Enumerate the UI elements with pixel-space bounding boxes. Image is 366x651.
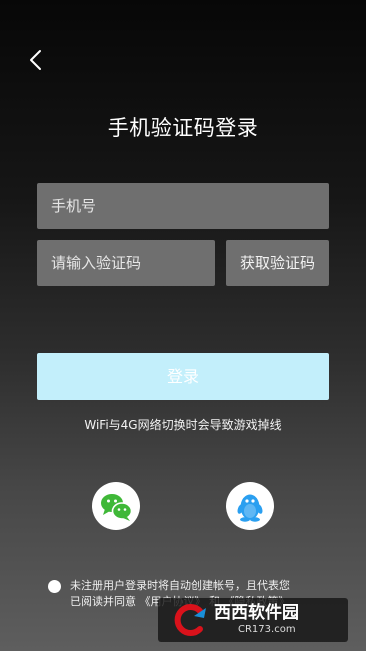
watermark-site: CR173.com [238, 624, 296, 635]
back-button[interactable] [24, 46, 52, 74]
agreement-prefix: 已阅读并同意 [70, 595, 140, 608]
page-title: 手机验证码登录 [107, 116, 259, 140]
get-code-button[interactable]: 获取验证码 [226, 240, 329, 286]
agreement-line-1: 未注册用户登录时将自动创建帐号，且代表您 [70, 579, 290, 592]
network-tip: WiFi与4G网络切换时会导致游戏掉线 [84, 418, 282, 432]
wechat-login-button[interactable] [92, 482, 140, 530]
phone-number-input[interactable] [37, 183, 329, 229]
login-button[interactable]: 登录 [37, 353, 329, 400]
watermark-name: 西西软件园 [214, 603, 299, 623]
verification-code-input[interactable] [37, 240, 215, 286]
watermark-logo [168, 602, 212, 638]
agreement-radio[interactable] [48, 580, 61, 593]
chevron-left-icon [24, 46, 52, 74]
qq-penguin-icon [226, 482, 274, 530]
wechat-icon [92, 482, 140, 530]
site-watermark: 西西软件园 CR173.com [158, 598, 348, 642]
qq-login-button[interactable] [226, 482, 274, 530]
